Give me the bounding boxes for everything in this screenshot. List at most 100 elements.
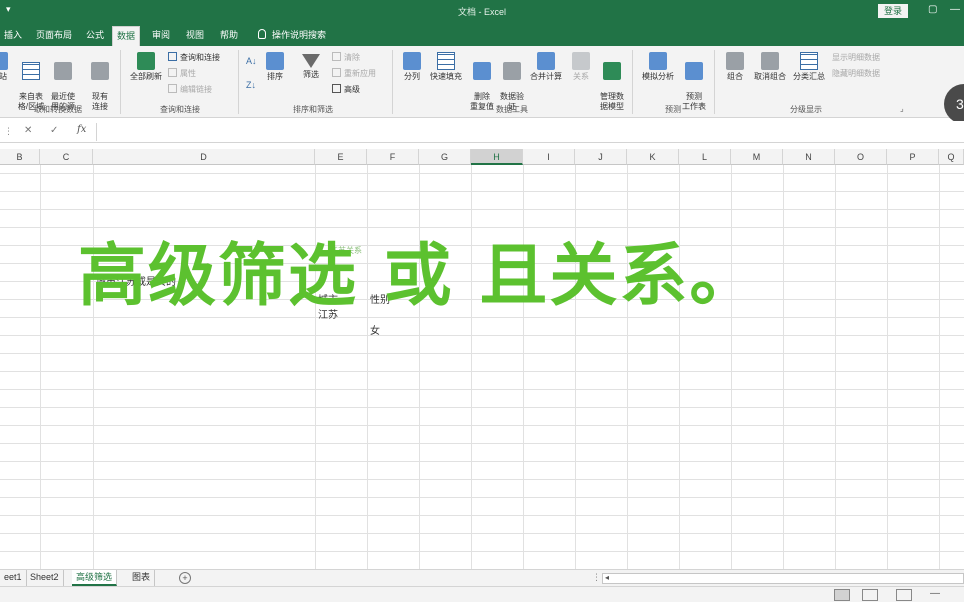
column-header-q[interactable]: Q (939, 149, 964, 165)
group-label-queries: 查询和连接 (160, 105, 200, 114)
group-separator (632, 50, 633, 114)
column-header-g[interactable]: G (419, 149, 471, 165)
hide-detail-label: 隐藏明细数据 (832, 69, 880, 78)
validation-icon (503, 62, 521, 80)
properties-button[interactable]: 属性 (168, 68, 196, 79)
page-layout-view-icon[interactable] (862, 589, 878, 601)
login-button[interactable]: 登录 (878, 4, 908, 18)
group-label-get-transform: 取和转换数据 (34, 105, 82, 114)
dialog-launcher-icon[interactable]: ⌟ (900, 104, 904, 113)
tab-formulas[interactable]: 公式 (82, 26, 108, 46)
horizontal-scrollbar[interactable]: ◂ (602, 573, 964, 584)
reapply-button[interactable]: 重新应用 (332, 68, 376, 79)
remove-duplicates-button[interactable]: 删除 重复值 (466, 52, 498, 112)
tab-help[interactable]: 帮助 (216, 26, 242, 46)
refresh-all-label: 全部刷新 (130, 72, 162, 81)
sheet-tab-sheet2[interactable]: Sheet2 (26, 570, 64, 586)
group-label-forecast: 预测 (665, 105, 681, 114)
text-to-columns-label: 分列 (404, 72, 420, 81)
flash-fill-label: 快速填充 (430, 72, 462, 81)
tab-splitter-icon[interactable]: ⋮ (592, 572, 601, 583)
subtotal-button[interactable]: 分类汇总 (790, 52, 828, 82)
properties-icon (168, 68, 177, 77)
column-header-n[interactable]: N (783, 149, 835, 165)
tab-page-layout[interactable]: 页面布局 (32, 26, 76, 46)
sheet-tab-advanced-filter[interactable]: 高级筛选 (72, 570, 118, 586)
column-header-l[interactable]: L (679, 149, 731, 165)
ribbon-tabs: 插入 页面布局 公式 数据 审阅 视图 帮助 操作说明搜索 (0, 22, 964, 46)
text-to-columns-button[interactable]: 分列 (398, 52, 426, 82)
consolidate-icon (537, 52, 555, 70)
zoom-out-icon[interactable]: — (930, 588, 940, 599)
refresh-all-button[interactable]: 全部刷新 (126, 52, 166, 82)
consolidate-button[interactable]: 合并计算 (528, 52, 564, 82)
tab-insert[interactable]: 插入 (0, 26, 26, 46)
sheet-tab-sheet1[interactable]: eet1 (0, 570, 27, 586)
tab-review[interactable]: 审阅 (148, 26, 174, 46)
hide-detail-button[interactable]: 隐藏明细数据 (832, 68, 880, 79)
show-detail-button[interactable]: 显示明细数据 (832, 52, 880, 63)
tab-data[interactable]: 数据 (112, 26, 141, 46)
tell-me-label: 操作说明搜索 (272, 30, 327, 40)
queries-icon (168, 52, 177, 61)
get-data-button[interactable]: 站 (0, 52, 10, 82)
column-header-i[interactable]: I (523, 149, 575, 165)
column-header-d[interactable]: D (93, 149, 315, 165)
data-model-button[interactable]: 管理数 据模型 (596, 52, 628, 112)
grid-line (835, 165, 836, 569)
forecast-sheet-button[interactable]: 预测 工作表 (678, 52, 710, 112)
sort-button[interactable]: 排序 (262, 52, 288, 82)
overlay-caption: 高级筛选 或 且关系。 (78, 237, 760, 316)
flash-fill-button[interactable]: 快速填充 (426, 52, 466, 82)
column-header-k[interactable]: K (627, 149, 679, 165)
group-button[interactable]: 组合 (720, 52, 750, 82)
cancel-icon[interactable]: ✕ (24, 125, 32, 136)
filter-button[interactable]: 筛选 (298, 52, 324, 80)
group-label-sort-filter: 排序和筛选 (293, 105, 333, 114)
sheet-tab-chart[interactable]: 图表 (128, 570, 156, 586)
column-header-c[interactable]: C (40, 149, 93, 165)
column-header-b[interactable]: B (0, 149, 40, 165)
formula-input[interactable] (96, 123, 964, 141)
queries-connections-button[interactable]: 查询和连接 (168, 52, 220, 63)
column-header-h[interactable]: H (471, 149, 523, 165)
add-sheet-icon[interactable]: + (179, 572, 191, 584)
sort-descending-icon[interactable]: Z↓ (246, 80, 256, 90)
clear-label: 清除 (344, 53, 360, 62)
reapply-label: 重新应用 (344, 69, 376, 78)
column-header-e[interactable]: E (315, 149, 367, 165)
confirm-icon[interactable]: ✓ (50, 125, 58, 136)
column-header-p[interactable]: P (887, 149, 939, 165)
relationships-button[interactable]: 关系 (568, 52, 594, 82)
name-box-handle-icon[interactable]: ⋮ (4, 126, 13, 137)
insert-function-icon[interactable]: fx (77, 124, 86, 135)
column-header-j[interactable]: J (575, 149, 627, 165)
sort-label: 排序 (267, 72, 283, 81)
advanced-label: 高级 (344, 85, 360, 94)
clear-icon (332, 52, 341, 61)
tell-me-search[interactable]: 操作说明搜索 (254, 26, 330, 46)
existing-connections-button[interactable]: 现有 连接 (86, 52, 114, 112)
column-header-f[interactable]: F (367, 149, 419, 165)
data-validation-button[interactable]: 数据验 证 (496, 52, 528, 112)
ungroup-button[interactable]: 取消组合 (750, 52, 790, 82)
clear-filter-button[interactable]: 清除 (332, 52, 360, 63)
group-separator (120, 50, 121, 114)
minimize-icon[interactable]: — (950, 4, 960, 15)
restore-icon[interactable]: ▢ (928, 4, 937, 15)
advanced-filter-button[interactable]: 高级 (332, 84, 360, 95)
show-detail-label: 显示明细数据 (832, 53, 880, 62)
normal-view-icon[interactable] (834, 589, 850, 601)
recent-sources-button[interactable]: 最近使 用的源 (46, 52, 80, 112)
edit-links-button[interactable]: 编辑链接 (168, 84, 212, 95)
sort-ascending-icon[interactable]: A↓ (246, 56, 257, 66)
column-header-o[interactable]: O (835, 149, 887, 165)
sort-icon (266, 52, 284, 70)
tab-view[interactable]: 视图 (182, 26, 208, 46)
page-break-view-icon[interactable] (896, 589, 912, 601)
scroll-left-icon[interactable]: ◂ (605, 573, 609, 582)
column-header-m[interactable]: M (731, 149, 783, 165)
flash-fill-icon (437, 52, 455, 70)
from-table-button[interactable]: 来自表 格/区域 (14, 52, 48, 112)
what-if-analysis-button[interactable]: 模拟分析 (638, 52, 678, 82)
